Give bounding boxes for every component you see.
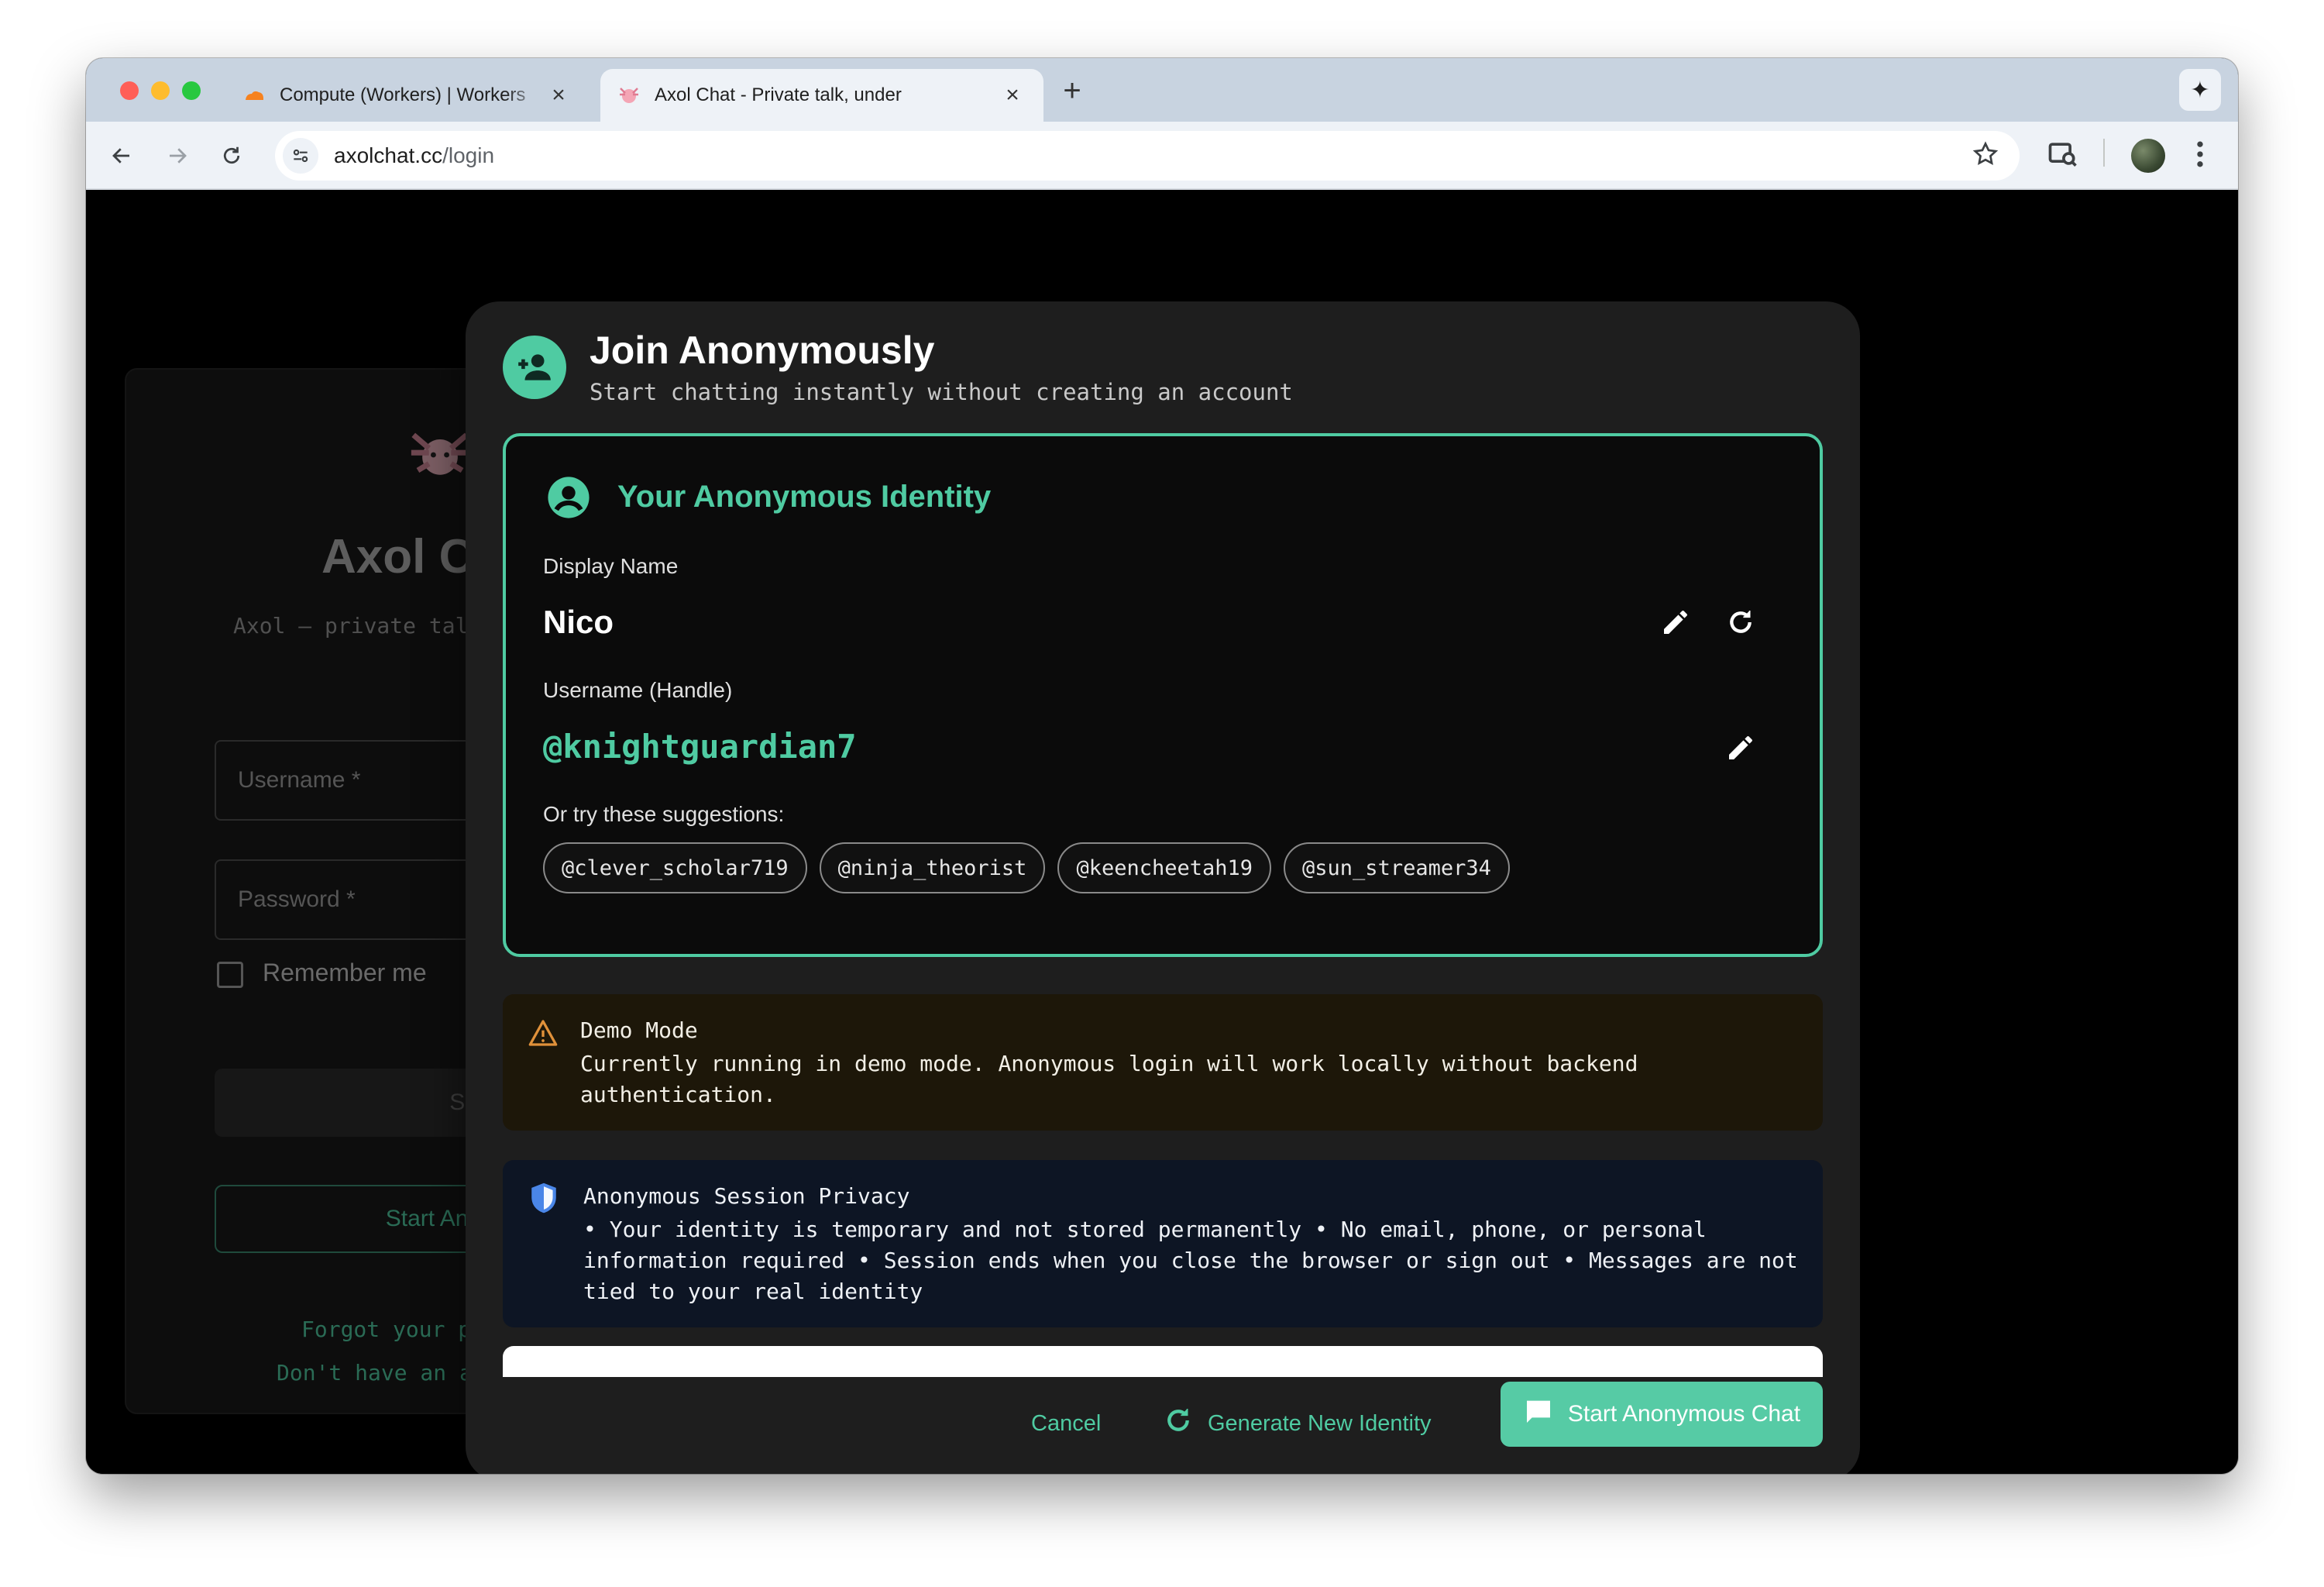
site-settings-icon[interactable] bbox=[283, 138, 318, 174]
suggestion-chip[interactable]: @keencheetah19 bbox=[1057, 842, 1272, 893]
back-arrow-icon[interactable] bbox=[103, 137, 140, 174]
display-name-label: Display Name bbox=[543, 554, 679, 578]
start-anonymous-chat-button[interactable]: Start Anonymous Chat bbox=[1501, 1382, 1823, 1447]
address-bar[interactable]: axolchat.cc/login bbox=[275, 131, 2020, 181]
sparkle-icon[interactable]: ✦ bbox=[2179, 69, 2221, 111]
minimize-window-button[interactable] bbox=[151, 81, 170, 100]
username-handle-label: Username (Handle) bbox=[543, 678, 733, 702]
chat-bubble-icon bbox=[1523, 1396, 1554, 1433]
dialog-actions: Cancel Generate New Identity Start Anony… bbox=[466, 1377, 1860, 1474]
add-person-icon bbox=[503, 336, 566, 399]
toolbar-divider bbox=[2103, 139, 2105, 167]
generate-identity-button[interactable]: Generate New Identity bbox=[1163, 1405, 1432, 1442]
display-name-value: Nico bbox=[543, 604, 614, 640]
warning-triangle-icon bbox=[528, 1017, 559, 1052]
lens-search-icon[interactable] bbox=[2046, 137, 2080, 175]
demo-mode-text: Currently running in demo mode. Anonymou… bbox=[580, 1051, 1638, 1107]
close-tab-icon[interactable]: × bbox=[999, 82, 1026, 108]
refresh-display-name-icon[interactable] bbox=[1719, 601, 1762, 644]
url-text: axolchat.cc/login bbox=[334, 143, 494, 168]
refresh-icon bbox=[1163, 1405, 1194, 1442]
privacy-info-alert: Anonymous Session Privacy • Your identit… bbox=[503, 1160, 1823, 1327]
account-circle-icon bbox=[546, 475, 591, 520]
suggestion-chips: @clever_scholar719 @ninja_theorist @keen… bbox=[543, 842, 1510, 893]
tab-axol-chat[interactable]: Axol Chat - Private talk, under × bbox=[600, 69, 1043, 122]
axolotl-icon bbox=[617, 84, 641, 107]
identity-heading: Your Anonymous Identity bbox=[617, 480, 992, 514]
forward-arrow-icon[interactable] bbox=[159, 137, 196, 174]
remember-me-checkbox[interactable] bbox=[217, 962, 243, 988]
start-chat-label: Start Anonymous Chat bbox=[1567, 1401, 1801, 1427]
browser-toolbar: axolchat.cc/login bbox=[86, 122, 2238, 190]
more-menu-icon[interactable] bbox=[2195, 137, 2205, 175]
shield-icon bbox=[528, 1180, 560, 1220]
tab-bar: Compute (Workers) | Workers × Axol Chat … bbox=[86, 58, 2238, 122]
suggestion-chip[interactable]: @clever_scholar719 bbox=[543, 842, 807, 893]
maximize-window-button[interactable] bbox=[182, 81, 201, 100]
bookmark-star-icon[interactable] bbox=[1972, 140, 1999, 172]
login-tagline: Axol – private talk, bbox=[233, 613, 495, 639]
tab-workers[interactable]: Compute (Workers) | Workers × bbox=[225, 69, 590, 122]
privacy-text: • Your identity is temporary and not sto… bbox=[583, 1217, 1798, 1304]
tab-title: Axol Chat - Private talk, under bbox=[655, 84, 902, 105]
edit-display-name-pencil-icon[interactable] bbox=[1654, 601, 1697, 644]
tab-title: Compute (Workers) | Workers bbox=[280, 84, 526, 105]
suggestions-label: Or try these suggestions: bbox=[543, 802, 785, 826]
url-path: /login bbox=[442, 143, 495, 167]
privacy-title: Anonymous Session Privacy bbox=[583, 1183, 910, 1209]
username-handle-value: @knightguardian7 bbox=[543, 728, 857, 766]
reload-icon[interactable] bbox=[213, 137, 250, 174]
close-window-button[interactable] bbox=[120, 81, 139, 100]
suggestion-chip[interactable]: @ninja_theorist bbox=[819, 842, 1046, 893]
browser-window: Compute (Workers) | Workers × Axol Chat … bbox=[86, 58, 2238, 1474]
cancel-button[interactable]: Cancel bbox=[1031, 1411, 1101, 1437]
axolotl-logo-icon bbox=[405, 424, 475, 501]
suggestion-chip[interactable]: @sun_streamer34 bbox=[1284, 842, 1510, 893]
forgot-password-link[interactable]: Forgot your p bbox=[301, 1317, 471, 1342]
generate-identity-label: Generate New Identity bbox=[1208, 1410, 1432, 1436]
profile-avatar[interactable] bbox=[2131, 139, 2165, 173]
edit-username-pencil-icon[interactable] bbox=[1719, 726, 1762, 769]
login-title: Axol C bbox=[321, 530, 474, 584]
cloudflare-icon bbox=[242, 84, 266, 107]
join-anonymously-dialog: Join Anonymously Start chatting instantl… bbox=[466, 301, 1860, 1474]
remember-me-label: Remember me bbox=[263, 959, 427, 986]
dialog-subtitle: Start chatting instantly without creatin… bbox=[590, 379, 1293, 405]
close-tab-icon[interactable]: × bbox=[545, 82, 572, 108]
identity-card: Your Anonymous Identity Display Name Nic… bbox=[503, 433, 1823, 957]
demo-mode-alert: Demo Mode Currently running in demo mode… bbox=[503, 994, 1823, 1131]
scroll-divider bbox=[503, 1346, 1823, 1377]
demo-mode-title: Demo Mode bbox=[580, 1017, 698, 1043]
new-tab-button[interactable]: + bbox=[1053, 75, 1092, 106]
url-host: axolchat.cc bbox=[334, 143, 443, 167]
dialog-title: Join Anonymously bbox=[590, 329, 935, 372]
page-content: Axol C Axol – private talk, Username * P… bbox=[86, 191, 2238, 1474]
